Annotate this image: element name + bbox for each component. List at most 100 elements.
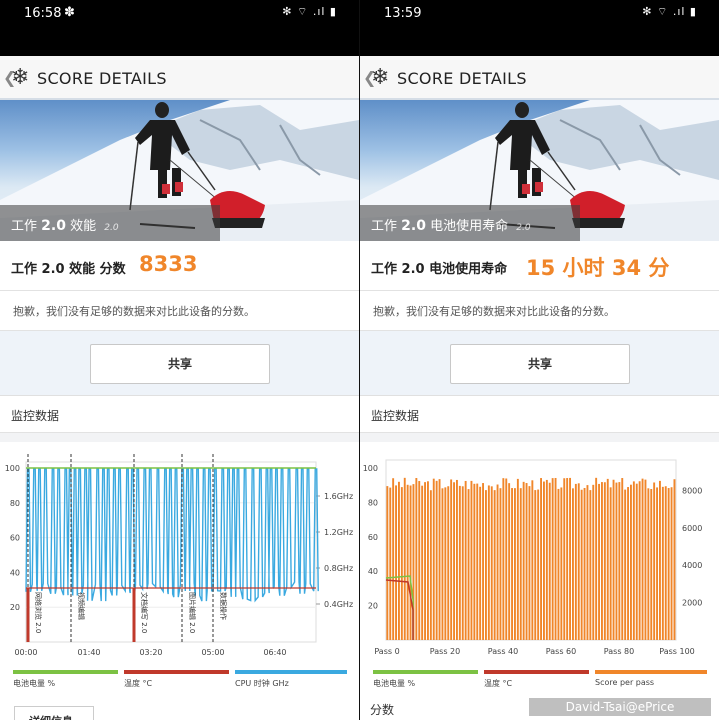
score-bar [441,488,444,640]
score-bar [389,487,392,640]
score-bar [583,487,586,640]
score-bar [490,486,493,640]
score-bar [482,483,484,640]
score-bar [447,486,450,640]
score-bar [453,482,455,640]
score-bar [398,481,400,640]
share-area: 共享 [0,331,359,396]
score-label: 工作 2.0 效能 分数 [11,262,126,277]
x-tick-label: Pass 60 [546,647,576,656]
y-tick-label: 40 [368,567,378,576]
score-bar [647,488,650,640]
score-bar [534,490,537,640]
score-bar [545,479,548,640]
legend-cpu-clock: CPU 时钟 GHz [235,670,347,690]
share-area: 共享 [360,331,719,396]
score-bar [635,483,638,640]
comparison-note: 抱歉，我们没有足够的数据来对比此设备的分数。 [360,291,719,331]
score-bar [566,478,569,640]
y-tick-label: 40 [10,568,20,577]
score-bar [461,486,464,640]
score-bar [606,478,609,640]
score-bar [638,481,641,640]
score-bar [464,480,467,640]
hero-label: 工作 2.0 电池使用寿命 2.0 [360,205,580,241]
segment-label: 文档编写 2.0 [140,592,149,633]
score-bar [632,481,635,640]
right-screenshot: 13:59 ✻ ⌔ .ıl ▮ ❮ ❄ SCORE DETAILS 工作 2.0… [360,0,719,720]
monitor-chart-svg: 100 80 60 40 20 8000 6000 4000 2000 Pass 0 Pass 20… [363,459,702,656]
score-bar [673,479,676,640]
share-button[interactable]: 共享 [450,344,630,384]
score-bar [548,482,551,640]
status-time: 13:59 [384,6,422,21]
score-bar [540,478,542,640]
score-bar [577,483,580,640]
legend-score-per-pass: Score per pass [595,670,707,690]
score-bar [502,478,505,640]
score-bar [601,482,603,640]
score-bar [403,477,406,640]
score-bar [543,481,545,640]
score-bar [653,482,656,640]
comparison-note: 抱歉，我们没有足够的数据来对比此设备的分数。 [0,291,359,331]
plot-area [385,459,677,641]
x-tick-label: Pass 40 [488,647,518,656]
score-bar [598,483,600,640]
score-bar [586,485,589,640]
hero-image: 工作 2.0 电池使用寿命 2.0 [360,100,719,241]
page-title: SCORE DETAILS [37,69,167,88]
score-bar [667,488,670,640]
score-bar [670,487,673,640]
details-button[interactable]: 详细信息 [14,706,94,720]
score-bar [528,486,531,640]
score-bar [458,485,461,640]
y-right-tick-label: 4000 [682,561,702,570]
monitor-chart: 100 80 60 40 20 1.6GHz 1.2GHz 0.8GHz 0.4GHz 00:00… [0,442,359,664]
score-bar [406,484,409,640]
score-bar [664,486,667,640]
y-right-tick-label: 0.8GHz [324,564,353,573]
score-bar [661,486,664,640]
score-row: 工作 2.0 效能 分数 8333 [0,241,359,291]
app-header: ❮ ❄ SCORE DETAILS [0,56,359,100]
y-tick-label: 60 [10,534,20,543]
hero-label: 工作 2.0 效能 2.0 [0,205,220,241]
score-bar [400,487,403,640]
score-bar [438,479,441,640]
app-header: ❮ ❄ SCORE DETAILS [360,56,719,100]
share-button[interactable]: 共享 [90,344,270,384]
y-tick-label: 80 [10,499,20,508]
score-value: 8333 [139,252,198,276]
score-bar [493,490,496,640]
score-bar [476,483,479,640]
score-bar [537,489,540,640]
y-right-tick-label: 0.4GHz [324,600,353,609]
status-bar: 13:59 ✻ ⌔ .ıl ▮ [360,0,719,56]
x-tick-label: Pass 100 [659,647,695,656]
hero-image: 工作 2.0 效能 2.0 [0,100,359,241]
status-bar: 16:58 ✽ ✻ ⌔ .ıl ▮ [0,0,359,56]
score-bar [450,479,453,640]
legend-temperature: 温度 °C [484,670,589,690]
monitor-chart-svg: 100 80 60 40 20 1.6GHz 1.2GHz 0.8GHz 0.4GHz 00:00… [5,454,353,657]
score-bar [615,482,618,640]
y-tick-label: 100 [5,464,20,473]
score-bar [485,490,487,640]
score-bar [470,480,473,640]
score-bar [514,488,516,640]
score-bar [525,483,528,640]
y-right-tick-label: 1.2GHz [324,528,353,537]
y-right-tick-label: 1.6GHz [324,492,353,501]
score-bar [592,484,595,640]
score-bar [630,484,632,640]
score-bar [395,485,397,640]
score-bar [551,478,554,640]
score-bar [569,477,571,640]
score-bar [560,487,563,640]
score-bar [644,479,647,640]
y-tick-label: 100 [363,464,378,473]
y-tick-label: 20 [10,603,20,612]
monitor-section-title: 监控数据 [360,396,719,433]
score-bar [574,483,577,640]
